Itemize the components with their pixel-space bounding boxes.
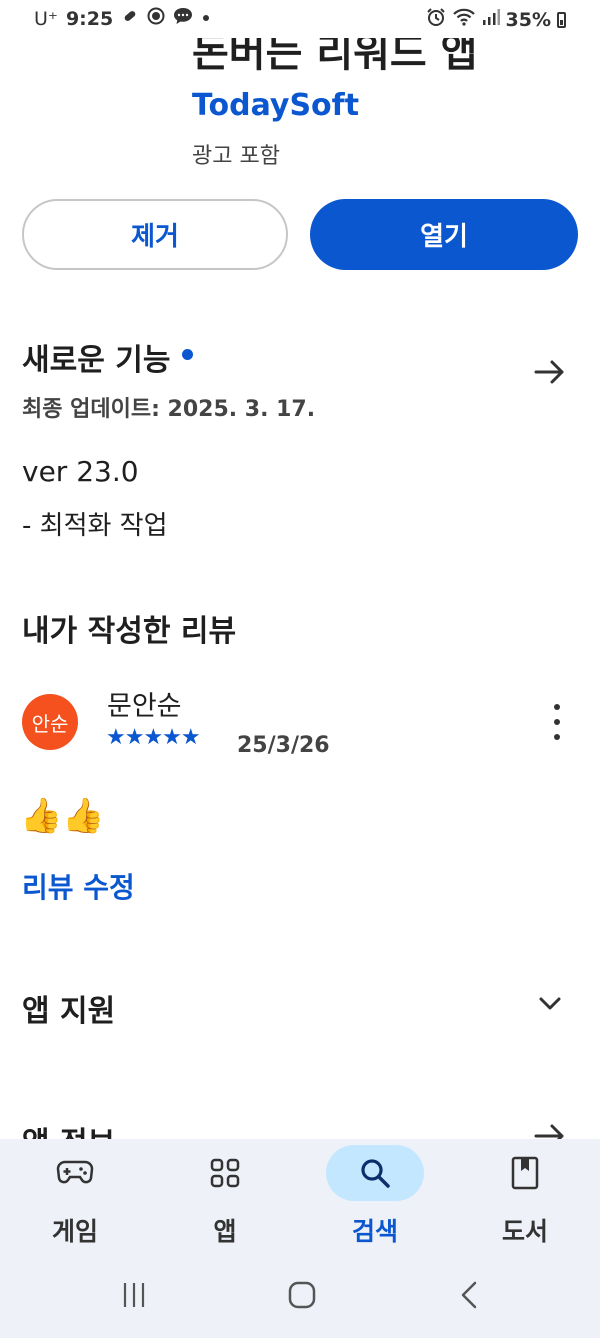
carrier-label: U⁺ [34,7,58,30]
clock: 9:25 [65,7,114,30]
chevron-down-icon[interactable] [537,990,563,1016]
apps-grid-icon [176,1145,274,1201]
app-support-title[interactable]: 앱 지원 [22,986,115,1030]
book-icon [476,1145,574,1201]
gamepad-icon [26,1145,124,1201]
nav-item-apps[interactable]: 앱 [150,1139,300,1249]
search-icon [326,1145,424,1201]
home-icon[interactable] [282,1275,322,1315]
system-navigation-bar [0,1265,600,1325]
edit-review-link[interactable]: 리뷰 수정 [22,866,135,906]
more-options-icon[interactable] [545,704,569,740]
messenger-icon [147,7,165,30]
signal-icon [482,8,500,31]
reviewer-name: 문안순 [107,691,182,722]
version-text: ver 23.0 [22,455,139,488]
nav-label-books: 도서 [501,1217,548,1246]
uninstall-button[interactable]: 제거 [22,199,288,270]
nav-label-apps: 앱 [213,1217,237,1246]
ad-notice: 광고 포함 [192,144,280,169]
recent-apps-icon[interactable] [114,1275,154,1315]
status-bar: U⁺ 9:25 35% [0,0,600,38]
alarm-icon [426,7,446,32]
battery-percent: 35% [505,8,551,31]
last-updated: 최종 업데이트: 2025. 3. 17. [22,397,316,422]
whats-new-header[interactable]: 새로운 기능 [22,335,194,379]
wifi-icon [452,7,476,32]
review-date: 25/3/26 [237,733,330,758]
link-icon [121,7,139,30]
new-indicator-dot [182,348,194,360]
star-rating: ★★★★★ [106,725,201,750]
battery-icon [557,11,566,28]
bottom-navigation: 게임 앱 검색 도서 [0,1139,600,1338]
change-note: - 최적화 작업 [22,511,168,541]
developer-link[interactable]: TodaySoft [192,88,359,123]
arrow-right-icon[interactable] [530,352,570,392]
chat-icon [173,7,193,30]
notification-dot-icon [201,7,211,30]
nav-item-games[interactable]: 게임 [0,1139,150,1249]
nav-label-games: 게임 [51,1217,98,1246]
nav-item-search[interactable]: 검색 [300,1139,450,1249]
back-icon[interactable] [450,1275,490,1315]
review-text: 👍👍 [20,796,105,836]
nav-item-books[interactable]: 도서 [450,1139,600,1249]
nav-label-search: 검색 [351,1217,398,1246]
open-button[interactable]: 열기 [310,199,578,270]
avatar: 안순 [22,694,78,750]
my-review-title: 내가 작성한 리뷰 [22,614,237,649]
whats-new-title: 새로운 기능 [22,343,171,378]
